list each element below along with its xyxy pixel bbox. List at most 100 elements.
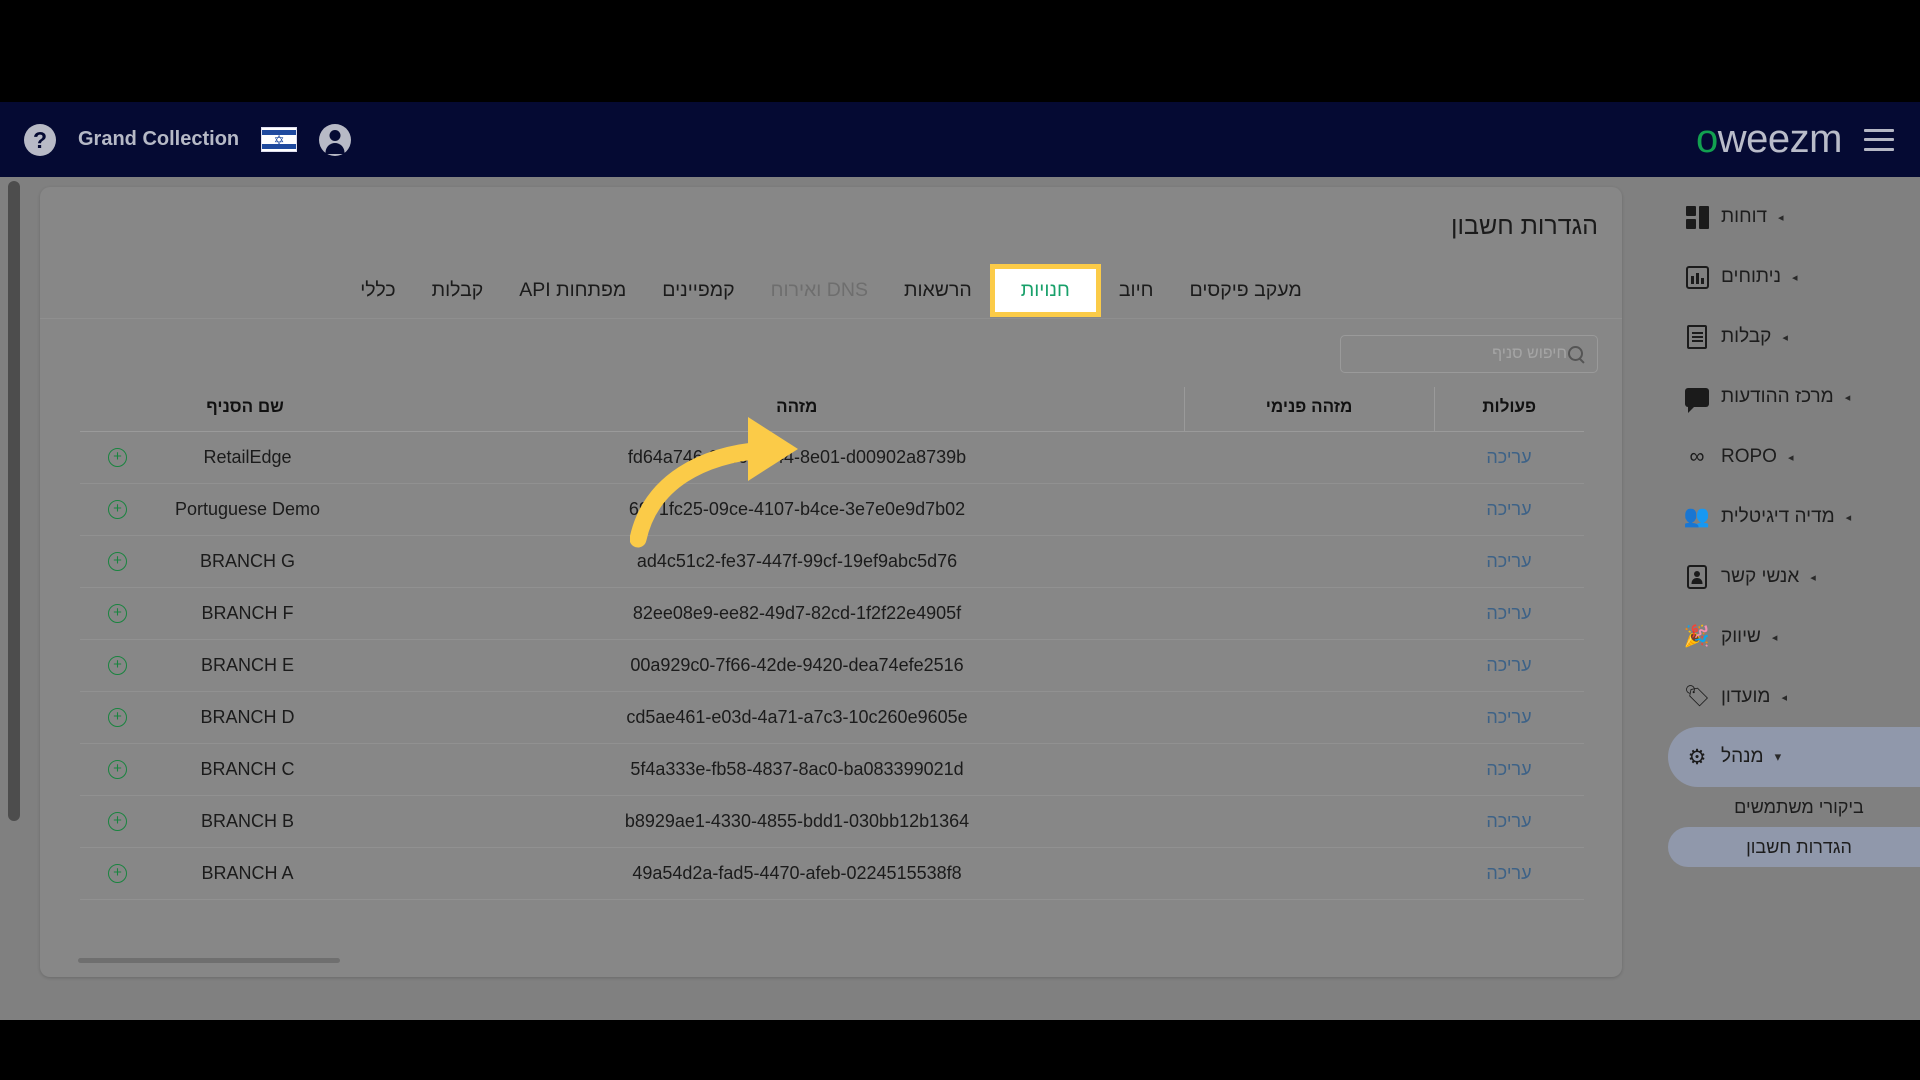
digital-media-icon: 👥 [1683, 505, 1711, 528]
table-row: עריכה cd5ae461-e03d-4a71-a7c3-10c260e9605… [80, 691, 1584, 744]
weezmo-logo[interactable]: weezm o [1696, 117, 1842, 162]
cell-inner-id [1184, 795, 1434, 848]
cell-inner-id [1184, 639, 1434, 692]
table-horizontal-scrollbar[interactable] [78, 958, 340, 963]
expand-plus-icon[interactable]: + [108, 500, 127, 519]
branch-search [1340, 335, 1598, 373]
branches-table: פעולות מזהה פנימי מזהה שם הסניף עריכה fd6… [80, 387, 1584, 900]
page-vertical-scrollbar[interactable] [8, 179, 20, 1019]
cell-inner-id [1184, 483, 1434, 536]
branch-name-label: BRANCH G [199, 551, 295, 571]
account-circle-icon[interactable] [319, 123, 352, 156]
table-row: עריכה b8929ae1-4330-4855-bdd1-030bb12b136… [80, 795, 1584, 848]
hamburger-icon[interactable] [1864, 128, 1894, 151]
cell-branch-name: BRANCH G + [80, 535, 410, 588]
branch-name-label: BRANCH C [200, 759, 295, 779]
sidebar-item-receipts[interactable]: ◂ קבלות [1668, 307, 1920, 367]
table-row: עריכה 6971fc25-09ce-4107-b4ce-3e7e0e9d7b0… [80, 483, 1584, 536]
tab-receipts[interactable]: קבלות [414, 271, 502, 310]
brand-text: weezm [1717, 117, 1843, 161]
cell-id: 5f4a333e-fb58-4837-8ac0-ba083399021d [410, 743, 1184, 796]
expand-plus-icon[interactable]: + [108, 708, 127, 727]
sidebar-item-reports[interactable]: ◂ דוחות [1668, 187, 1920, 247]
topbar-left-group: ✡ Grand Collection ? [24, 102, 352, 177]
sidebar-item-contacts[interactable]: ◂ אנשי קשר [1668, 547, 1920, 607]
cell-inner-id [1184, 431, 1434, 484]
chevron-down-icon: ▾ [1774, 749, 1782, 764]
cell-inner-id [1184, 847, 1434, 900]
sidebar-item-message-center[interactable]: ◂ מרכז ההודעות [1668, 367, 1920, 427]
page-body: ◂ דוחות ◂ ניתוחים ◂ קבלות ◂ מרכז ההודעות… [0, 177, 1920, 1020]
edit-link[interactable]: עריכה [1486, 863, 1531, 883]
analytics-chart-icon [1684, 264, 1710, 290]
cell-id: ad4c51c2-fe37-447f-99cf-19ef9abc5d76 [410, 535, 1184, 588]
settings-tab-bar: מעקב פיקסים חיוב חנויות הרשאות DNS ואירו… [40, 263, 1622, 319]
sidebar-item-label: מנהל [1721, 746, 1764, 767]
cell-inner-id [1184, 743, 1434, 796]
cell-inner-id [1184, 535, 1434, 588]
cell-branch-name: BRANCH C + [80, 743, 410, 796]
tab-pixel-tracking[interactable]: מעקב פיקסים [1172, 271, 1320, 310]
tab-general[interactable]: כללי [342, 271, 413, 310]
scrollbar-thumb[interactable] [8, 181, 20, 821]
branch-name-label: BRANCH F [201, 603, 294, 623]
tab-api-keys[interactable]: מפתחות API [501, 271, 644, 310]
expand-plus-icon[interactable]: + [108, 604, 127, 623]
help-icon[interactable]: ? [24, 123, 56, 156]
sidebar-item-digital-media[interactable]: ◂ מדיה דיגיטלית 👥 [1668, 487, 1920, 547]
page-title: הגדרות חשבון [1451, 212, 1598, 240]
expand-plus-icon[interactable]: + [108, 552, 127, 571]
cell-inner-id [1184, 587, 1434, 640]
branch-name-label: BRANCH E [200, 655, 294, 675]
expand-plus-icon[interactable]: + [108, 864, 127, 883]
cell-id: b8929ae1-4330-4855-bdd1-030bb12b1364 [410, 795, 1184, 848]
admin-gear-icon: ⚙ [1687, 745, 1707, 769]
cell-id: fd64a746-38c6-4744-8e01-d00902a8739b [410, 431, 1184, 484]
search-input[interactable] [1353, 345, 1567, 363]
edit-link[interactable]: עריכה [1486, 707, 1531, 727]
tab-stores[interactable]: חנויות [989, 264, 1101, 317]
table-row: עריכה 82ee08e9-ee82-49d7-82cd-1f2f22e4905… [80, 587, 1584, 640]
cell-branch-name: BRANCH A + [80, 847, 410, 900]
messages-chat-icon [1684, 384, 1710, 413]
israel-flag-icon[interactable]: ✡ [261, 127, 298, 152]
expand-plus-icon[interactable]: + [108, 448, 127, 467]
table-row: עריכה ad4c51c2-fe37-447f-99cf-19ef9abc5d7… [80, 535, 1584, 588]
sidebar-item-label: שיווק [1721, 626, 1761, 647]
edit-link[interactable]: עריכה [1486, 655, 1531, 675]
cell-id: 00a929c0-7f66-42de-9420-dea74efe2516 [410, 639, 1184, 692]
edit-link[interactable]: עריכה [1486, 811, 1531, 831]
search-box[interactable] [1340, 335, 1598, 373]
edit-link[interactable]: עריכה [1486, 603, 1531, 623]
sidebar-item-label: אנשי קשר [1721, 566, 1800, 587]
column-header-id: מזהה [410, 387, 1184, 432]
expand-plus-icon[interactable]: + [108, 812, 127, 831]
sidebar-item-label: מרכז ההודעות [1721, 386, 1834, 407]
chevron-left-icon: ◂ [1791, 271, 1798, 284]
sidebar-item-ropo[interactable]: ◂ ROPO ∞ [1668, 427, 1920, 487]
branch-name-label: RetailEdge [203, 447, 292, 467]
tab-billing[interactable]: חיוב [1101, 271, 1172, 310]
topbar-right-group: weezm o [1696, 102, 1894, 177]
sidebar-subitem-account-settings[interactable]: הגדרות חשבון [1668, 827, 1920, 867]
chevron-left-icon: ◂ [1778, 211, 1784, 224]
edit-link[interactable]: עריכה [1486, 551, 1531, 571]
sidebar-subitem-user-visits[interactable]: ביקורי משתמשים [1668, 787, 1920, 827]
sidebar-item-analytics[interactable]: ◂ ניתוחים [1668, 247, 1920, 307]
cell-id: cd5ae461-e03d-4a71-a7c3-10c260e9605e [410, 691, 1184, 744]
column-header-name: שם הסניף [80, 387, 410, 432]
edit-link[interactable]: עריכה [1486, 759, 1531, 779]
chevron-left-icon: ◂ [1787, 451, 1794, 464]
expand-plus-icon[interactable]: + [108, 656, 127, 675]
expand-plus-icon[interactable]: + [108, 760, 127, 779]
infinity-icon: ∞ [1689, 445, 1705, 468]
table-row: עריכה 00a929c0-7f66-42de-9420-dea74efe251… [80, 639, 1584, 692]
tab-campaigns[interactable]: קמפיינים [644, 271, 752, 310]
sidebar-item-marketing[interactable]: ◂ שיווק 🎉 [1668, 607, 1920, 667]
sidebar-item-club[interactable]: ◂ מועדון 🏷 [1668, 667, 1920, 727]
sidebar-item-admin[interactable]: ▾ מנהל ⚙ [1668, 727, 1920, 787]
edit-link[interactable]: עריכה [1486, 499, 1531, 519]
tab-permissions[interactable]: הרשאות [886, 271, 990, 310]
edit-link[interactable]: עריכה [1486, 447, 1531, 467]
cell-actions: עריכה [1434, 639, 1584, 692]
